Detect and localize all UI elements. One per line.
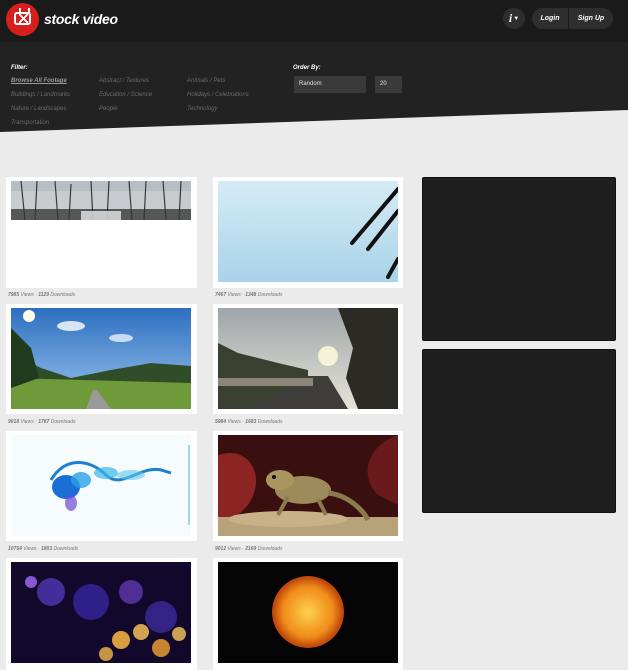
video-thumbnail[interactable] <box>11 181 191 220</box>
signup-button[interactable]: Sign Up <box>569 8 613 29</box>
ad-slot-top[interactable] <box>422 177 616 341</box>
order-by-select[interactable]: Random <box>294 76 366 93</box>
video-thumbnail[interactable] <box>218 308 398 409</box>
order-by-title: Order By: <box>293 65 321 71</box>
info-menu-button[interactable]: i▼ <box>503 8 525 29</box>
filter-title: Filter: <box>11 65 28 71</box>
filter-education-science[interactable]: Education / Science <box>99 92 152 98</box>
video-card-3[interactable] <box>6 304 197 414</box>
video-thumbnail[interactable] <box>218 562 398 663</box>
video-stats-3: 9018 Views · 1787 Downloads <box>8 419 76 425</box>
video-card-5[interactable] <box>6 431 197 541</box>
video-stats-4: 5984 Views · 1683 Downloads <box>215 419 283 425</box>
chevron-down-icon: ▼ <box>513 16 520 22</box>
video-thumbnail[interactable] <box>11 435 191 536</box>
video-stats-6: 9012 Views · 2169 Downloads <box>215 546 283 552</box>
video-stats-1: 7985 Views · 1129 Downloads <box>8 292 76 298</box>
filter-technology[interactable]: Technology <box>187 106 217 112</box>
login-button[interactable]: Login <box>532 8 568 29</box>
info-icon: i <box>508 11 513 25</box>
video-card-7[interactable] <box>6 558 197 670</box>
filter-buildings-landmarks[interactable]: Buildings / Landmarks <box>11 92 70 98</box>
filter-transportation[interactable]: Transportation <box>11 120 49 126</box>
video-stats-2: 7467 Views · 1348 Downloads <box>215 292 283 298</box>
video-card-4[interactable] <box>213 304 403 414</box>
video-card-6[interactable] <box>213 431 403 541</box>
ad-slot-bottom[interactable] <box>422 349 616 513</box>
filter-animals-pets[interactable]: Animals / Pets <box>187 78 225 84</box>
video-card-2[interactable] <box>213 177 403 288</box>
logo-icon[interactable] <box>6 3 39 36</box>
filter-browse-all[interactable]: Browse All Footage <box>11 78 67 84</box>
filter-nature-landscapes[interactable]: Nature / Landscapes <box>11 106 66 112</box>
filter-people[interactable]: People <box>99 106 118 112</box>
filter-abstract-textures[interactable]: Abstract / Textures <box>99 78 149 84</box>
video-card-8[interactable] <box>213 558 403 670</box>
filter-holidays-celebrations[interactable]: Holidays / Celebrations <box>187 92 249 98</box>
video-thumbnail[interactable] <box>11 562 191 663</box>
video-card-1[interactable] <box>6 177 197 288</box>
video-thumbnail[interactable] <box>218 181 398 282</box>
per-page-select[interactable]: 20 <box>375 76 402 93</box>
top-header: stock video i▼ Login Sign Up <box>0 0 628 42</box>
video-thumbnail[interactable] <box>218 435 398 536</box>
brand-name[interactable]: stock video <box>44 11 118 27</box>
video-stats-5: 10754 Views · 1803 Downloads <box>8 546 79 552</box>
auth-buttons: Login Sign Up <box>532 8 613 29</box>
video-thumbnail[interactable] <box>11 308 191 409</box>
